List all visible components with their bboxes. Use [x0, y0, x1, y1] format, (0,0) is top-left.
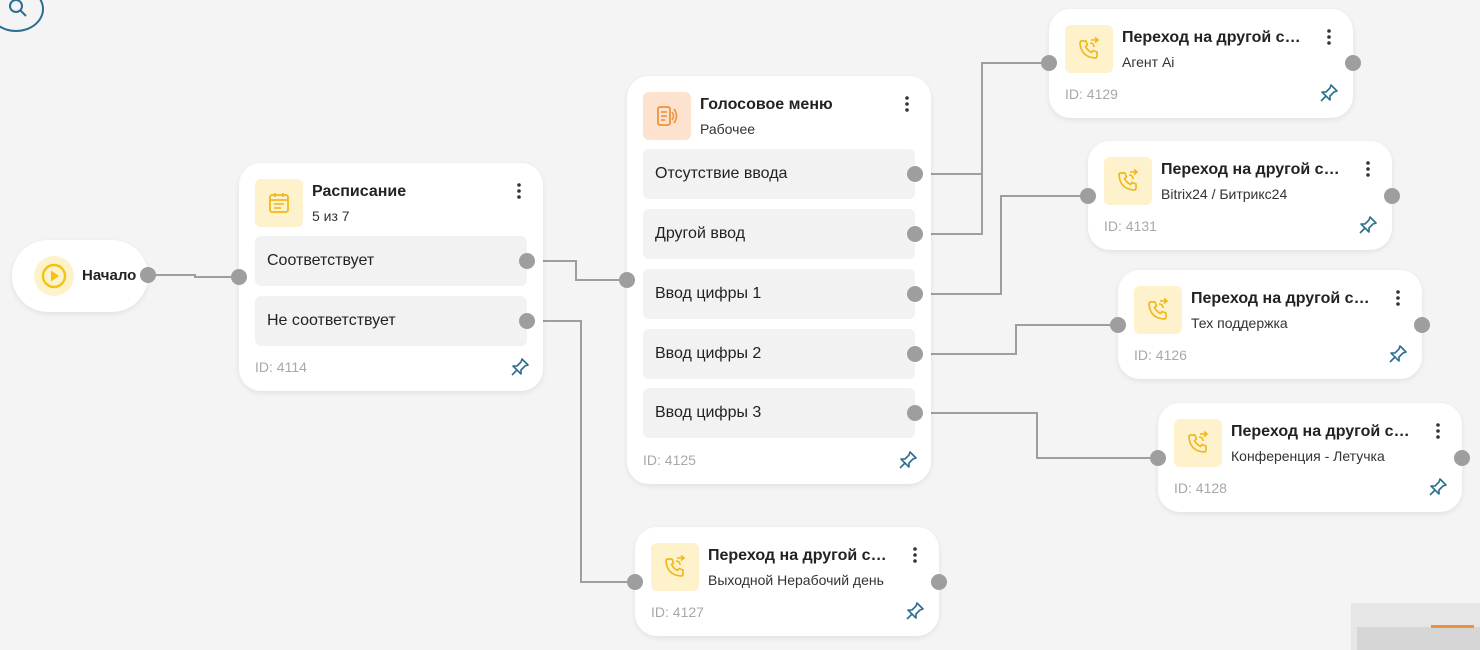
transfer-node-4131[interactable]: Переход на другой сце... Bitrix24 / Битр…: [1088, 141, 1392, 250]
transfer-4129-output-port[interactable]: [1345, 55, 1361, 71]
start-node[interactable]: Начало: [12, 240, 148, 312]
more-vert-icon[interactable]: [511, 183, 527, 203]
node-title: Переход на другой сце...: [1191, 290, 1379, 307]
pin-icon[interactable]: [905, 601, 925, 621]
option-match[interactable]: Соответствует: [255, 236, 527, 286]
search-icon: [9, 0, 27, 17]
node-subtitle: Выходной Нерабочий день: [708, 572, 884, 588]
more-vert-icon[interactable]: [1321, 29, 1337, 49]
option-digit-1[interactable]: Ввод цифры 1: [643, 269, 915, 319]
transfer-4131-input-port[interactable]: [1080, 188, 1096, 204]
voice-menu-other-input-port[interactable]: [907, 226, 923, 242]
transfer-node-4127[interactable]: Переход на другой сце... Выходной Нерабо…: [635, 527, 939, 636]
option-no-match[interactable]: Не соответствует: [255, 296, 527, 346]
node-title: Переход на другой сце...: [1122, 29, 1310, 46]
schedule-node[interactable]: Расписание 5 из 7 Соответствует Не соотв…: [239, 163, 543, 391]
start-output-port[interactable]: [140, 267, 156, 283]
more-vert-icon[interactable]: [907, 547, 923, 567]
voice-menu-node[interactable]: Голосовое меню Рабочее Отсутствие ввода …: [627, 76, 931, 484]
search-button[interactable]: [0, 0, 44, 32]
option-other-input[interactable]: Другой ввод: [643, 209, 915, 259]
option-label: Соответствует: [267, 252, 375, 269]
pin-icon[interactable]: [1358, 215, 1378, 235]
edge-start-schedule: [148, 274, 239, 278]
more-vert-icon[interactable]: [899, 96, 915, 116]
schedule-input-port[interactable]: [231, 269, 247, 285]
node-title: Переход на другой сце...: [708, 547, 896, 564]
node-id: ID: 4114: [255, 359, 307, 375]
transfer-4129-input-port[interactable]: [1041, 55, 1057, 71]
node-title: Переход на другой сце...: [1231, 423, 1419, 440]
node-subtitle: 5 из 7: [312, 208, 350, 224]
more-vert-icon[interactable]: [1360, 161, 1376, 181]
transfer-node-4128[interactable]: Переход на другой сце... Конференция - Л…: [1158, 403, 1462, 512]
option-digit-3[interactable]: Ввод цифры 3: [643, 388, 915, 438]
transfer-4126-input-port[interactable]: [1110, 317, 1126, 333]
option-label: Не соответствует: [267, 312, 396, 329]
minimap-panel[interactable]: [1351, 603, 1480, 650]
more-vert-icon[interactable]: [1430, 423, 1446, 443]
node-subtitle: Bitrix24 / Битрикс24: [1161, 186, 1288, 202]
node-title: Расписание: [312, 183, 407, 200]
option-label: Другой ввод: [655, 225, 746, 242]
phone-transfer-icon: [1104, 157, 1152, 205]
node-id: ID: 4131: [1104, 218, 1157, 234]
node-title: Переход на другой сце...: [1161, 161, 1349, 178]
phone-transfer-icon: [651, 543, 699, 591]
minimap-accent: [1431, 625, 1474, 628]
transfer-node-4129[interactable]: Переход на другой сце... Агент Ai ID: 41…: [1049, 9, 1353, 118]
calendar-icon: [255, 179, 303, 227]
edge-nomatch-4127: [527, 320, 635, 583]
speaker-icon: [643, 92, 691, 140]
option-label: Ввод цифры 3: [655, 404, 762, 421]
node-id: ID: 4127: [651, 604, 704, 620]
edge-digit2-4126: [915, 324, 1118, 355]
schedule-match-port[interactable]: [519, 253, 535, 269]
voice-menu-digit-2-port[interactable]: [907, 346, 923, 362]
option-no-input[interactable]: Отсутствие ввода: [643, 149, 915, 199]
transfer-4128-output-port[interactable]: [1454, 450, 1470, 466]
node-id: ID: 4125: [643, 452, 696, 468]
node-subtitle: Рабочее: [700, 121, 756, 137]
transfer-node-4126[interactable]: Переход на другой сце... Тех поддержка I…: [1118, 270, 1422, 379]
voice-menu-input-port[interactable]: [619, 272, 635, 288]
pin-icon[interactable]: [898, 450, 918, 470]
pin-icon[interactable]: [1428, 477, 1448, 497]
edge-digit1-4131: [915, 195, 1088, 295]
node-subtitle: Конференция - Летучка: [1231, 448, 1385, 464]
transfer-4127-output-port[interactable]: [931, 574, 947, 590]
node-id: ID: 4129: [1065, 86, 1118, 102]
option-digit-2[interactable]: Ввод цифры 2: [643, 329, 915, 379]
voice-menu-digit-1-port[interactable]: [907, 286, 923, 302]
option-label: Ввод цифры 2: [655, 345, 762, 362]
node-subtitle: Агент Ai: [1122, 54, 1175, 70]
option-label: Ввод цифры 1: [655, 285, 762, 302]
node-title: Голосовое меню: [700, 96, 833, 113]
option-label: Отсутствие ввода: [655, 165, 788, 182]
minimap-viewport: [1357, 627, 1480, 650]
phone-transfer-icon: [1134, 286, 1182, 334]
phone-transfer-icon: [1065, 25, 1113, 73]
voice-menu-no-input-port[interactable]: [907, 166, 923, 182]
transfer-4127-input-port[interactable]: [627, 574, 643, 590]
voice-menu-digit-3-port[interactable]: [907, 405, 923, 421]
transfer-4131-output-port[interactable]: [1384, 188, 1400, 204]
more-vert-icon[interactable]: [1390, 290, 1406, 310]
edge-noinput-4129: [915, 62, 1049, 175]
pin-icon[interactable]: [510, 357, 530, 377]
phone-transfer-icon: [1174, 419, 1222, 467]
transfer-4126-output-port[interactable]: [1414, 317, 1430, 333]
node-id: ID: 4126: [1134, 347, 1187, 363]
node-id: ID: 4128: [1174, 480, 1227, 496]
pin-icon[interactable]: [1388, 344, 1408, 364]
edge-digit3-4128: [915, 412, 1158, 459]
start-label: Начало: [82, 267, 137, 284]
node-subtitle: Тех поддержка: [1191, 315, 1288, 331]
schedule-no-match-port[interactable]: [519, 313, 535, 329]
pin-icon[interactable]: [1319, 83, 1339, 103]
play-icon: [34, 256, 74, 296]
transfer-4128-input-port[interactable]: [1150, 450, 1166, 466]
